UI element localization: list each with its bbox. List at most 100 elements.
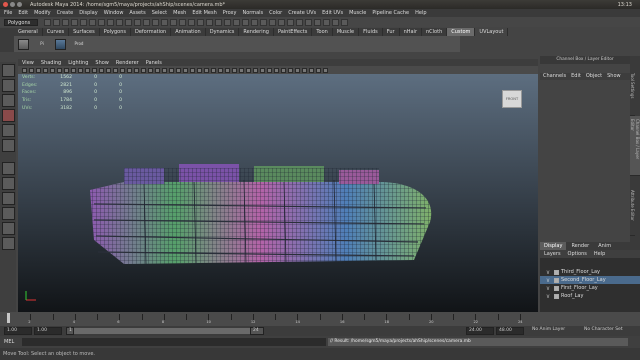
layout-two-icon[interactable] <box>2 192 15 205</box>
maximize-window-button[interactable] <box>17 2 22 7</box>
shelf-tab-deformation[interactable]: Deformation <box>131 28 172 36</box>
panel-toolbar-icon[interactable] <box>64 67 69 73</box>
panel-toolbar-icon[interactable] <box>274 67 279 73</box>
layer-row[interactable]: V First_Floor_Lay <box>540 284 640 292</box>
panel-toolbar-icon[interactable] <box>253 67 258 73</box>
panel-menu-show[interactable]: Show <box>95 60 109 66</box>
status-line-icon[interactable] <box>89 18 96 26</box>
character-set-dropdown[interactable]: No Character Set <box>582 327 638 335</box>
shelf-item-prod[interactable] <box>55 38 66 50</box>
layout-four-icon[interactable] <box>2 177 15 190</box>
side-tab-channel-box[interactable]: Channel Box / Layer Editor <box>630 116 640 176</box>
panel-toolbar-icon[interactable] <box>29 67 34 73</box>
menu-normals[interactable]: Normals <box>242 10 263 16</box>
panel-toolbar-icon[interactable] <box>316 67 321 73</box>
shelf-options[interactable] <box>0 28 14 52</box>
panel-menu-renderer[interactable]: Renderer <box>116 60 139 66</box>
ship-model[interactable] <box>84 160 444 280</box>
layout-hypershade-icon[interactable] <box>2 237 15 250</box>
status-line-icon[interactable] <box>98 18 105 26</box>
panel-toolbar-icon[interactable] <box>99 67 104 73</box>
status-line-icon[interactable] <box>260 18 267 26</box>
select-tool-icon[interactable] <box>2 64 15 77</box>
status-line-icon[interactable] <box>44 18 51 26</box>
panel-toolbar-icon[interactable] <box>148 67 153 73</box>
status-line-icon[interactable] <box>170 18 177 26</box>
panel-toolbar-icon[interactable] <box>120 67 125 73</box>
layer-row[interactable]: V Second_Floor_Lay <box>540 276 640 284</box>
panel-toolbar-icon[interactable] <box>323 67 328 73</box>
status-line-icon[interactable] <box>71 18 78 26</box>
shelf-item-pi[interactable] <box>18 38 29 50</box>
shelf-tab-custom[interactable]: Custom <box>447 28 476 36</box>
shelf-tab-ncloth[interactable]: nCloth <box>422 28 448 36</box>
panel-toolbar-icon[interactable] <box>113 67 118 73</box>
status-line-icon[interactable] <box>53 18 60 26</box>
menu-help[interactable]: Help <box>415 10 426 16</box>
menu-create[interactable]: Create <box>57 10 74 16</box>
panel-toolbar-icon[interactable] <box>36 67 41 73</box>
status-line-icon[interactable] <box>278 18 285 26</box>
status-line-icon[interactable] <box>269 18 276 26</box>
panel-toolbar-icon[interactable] <box>106 67 111 73</box>
shelf-tab-rendering[interactable]: Rendering <box>239 28 274 36</box>
layer-visibility-toggle[interactable]: V <box>544 278 552 283</box>
shelf-tab-dynamics[interactable]: Dynamics <box>206 28 240 36</box>
status-line-icon[interactable] <box>143 18 150 26</box>
shelf-tab-nhair[interactable]: nHair <box>400 28 422 36</box>
layer-visibility-toggle[interactable]: V <box>544 270 552 275</box>
panel-toolbar-icon[interactable] <box>22 67 27 73</box>
menu-muscle[interactable]: Muscle <box>349 10 366 16</box>
layer-tab-render[interactable]: Render <box>567 242 593 250</box>
shelf-tab-animation[interactable]: Animation <box>171 28 206 36</box>
start-time-field[interactable]: 1.00 <box>4 327 32 335</box>
panel-toolbar-icon[interactable] <box>246 67 251 73</box>
layer-tab-anim[interactable]: Anim <box>594 242 615 250</box>
panel-toolbar-icon[interactable] <box>288 67 293 73</box>
panel-toolbar-icon[interactable] <box>162 67 167 73</box>
panel-toolbar-icon[interactable] <box>155 67 160 73</box>
status-line-icon[interactable] <box>188 18 195 26</box>
channel-box-menu-edit[interactable]: Edit <box>571 73 581 80</box>
status-line-icon[interactable] <box>116 18 123 26</box>
menu-edit-mesh[interactable]: Edit Mesh <box>192 10 216 16</box>
status-line-icon[interactable] <box>233 18 240 26</box>
panel-toolbar-icon[interactable] <box>239 67 244 73</box>
menu-modify[interactable]: Modify <box>34 10 51 16</box>
mel-label[interactable]: MEL <box>4 339 14 345</box>
lasso-tool-icon[interactable] <box>2 79 15 92</box>
panel-toolbar-icon[interactable] <box>309 67 314 73</box>
range-slider-start-frame[interactable]: 1 <box>66 327 74 335</box>
layout-single-icon[interactable] <box>2 162 15 175</box>
menu-create-uvs[interactable]: Create UVs <box>288 10 316 16</box>
panel-toolbar-icon[interactable] <box>211 67 216 73</box>
shelf-tab-toon[interactable]: Toon <box>312 28 333 36</box>
panel-toolbar-icon[interactable] <box>190 67 195 73</box>
status-line-icon[interactable] <box>152 18 159 26</box>
status-line-icon[interactable] <box>242 18 249 26</box>
shelf-tab-curves[interactable]: Curves <box>43 28 70 36</box>
layer-visibility-toggle[interactable]: V <box>544 294 552 299</box>
channel-box-menu-channels[interactable]: Channels <box>543 73 566 80</box>
status-line-icon[interactable] <box>197 18 204 26</box>
channel-box-menu-object[interactable]: Object <box>586 73 602 80</box>
layer-color-swatch[interactable] <box>554 285 559 291</box>
panel-toolbar-icon[interactable] <box>134 67 139 73</box>
panel-menu-panels[interactable]: Panels <box>146 60 162 66</box>
panel-toolbar-icon[interactable] <box>204 67 209 73</box>
panel-toolbar-icon[interactable] <box>302 67 307 73</box>
layer-tab-display[interactable]: Display <box>540 242 567 250</box>
shelf-tab-muscle[interactable]: Muscle <box>333 28 360 36</box>
panel-toolbar-icon[interactable] <box>232 67 237 73</box>
panel-toolbar-icon[interactable] <box>50 67 55 73</box>
panel-toolbar-icon[interactable] <box>141 67 146 73</box>
panel-toolbar-icon[interactable] <box>295 67 300 73</box>
status-line-icon[interactable] <box>332 18 339 26</box>
status-line-icon[interactable] <box>206 18 213 26</box>
anim-start-field[interactable]: 1.00 <box>34 327 62 335</box>
status-line-icon[interactable] <box>215 18 222 26</box>
status-line-icon[interactable] <box>125 18 132 26</box>
status-line-icon[interactable] <box>314 18 321 26</box>
scale-tool-icon[interactable] <box>2 139 15 152</box>
status-line-icon[interactable] <box>287 18 294 26</box>
